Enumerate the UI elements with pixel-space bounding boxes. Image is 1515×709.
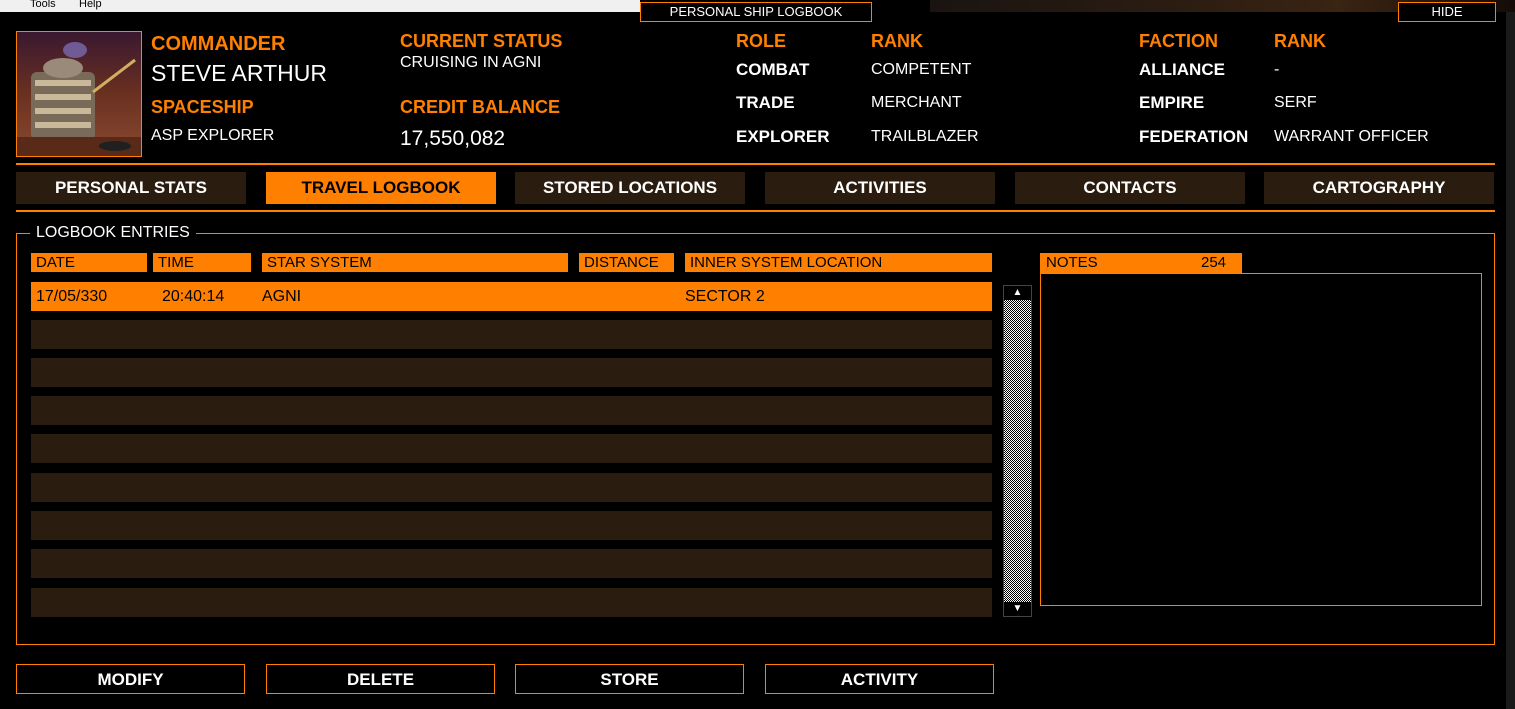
role-rank: COMPETENT <box>871 61 972 78</box>
tab-activities[interactable]: ACTIVITIES <box>765 172 995 204</box>
faction-name: ALLIANCE <box>1139 60 1225 79</box>
table-row-empty[interactable] <box>31 434 992 463</box>
menu-tools[interactable]: Tools <box>30 0 56 10</box>
table-row-empty[interactable] <box>31 320 992 349</box>
tab-personal-stats[interactable]: PERSONAL STATS <box>16 172 246 204</box>
credit-balance-label: CREDIT BALANCE <box>400 97 560 117</box>
station-image <box>17 32 141 156</box>
notes-char-count: 254 <box>1201 254 1227 271</box>
column-header-star-system[interactable]: STAR SYSTEM <box>262 253 568 272</box>
commander-portrait <box>16 31 142 157</box>
menu-bar: Tools Help <box>0 0 640 12</box>
modify-button[interactable]: MODIFY <box>16 664 245 694</box>
faction-rank: WARRANT OFFICER <box>1274 128 1429 145</box>
divider <box>16 210 1495 212</box>
role-rank: MERCHANT <box>871 94 962 111</box>
activity-button[interactable]: ACTIVITY <box>765 664 994 694</box>
scroll-down-icon[interactable]: ▼ <box>1004 602 1031 616</box>
scroll-up-icon[interactable]: ▲ <box>1004 286 1031 300</box>
notes-label: NOTES <box>1046 254 1098 271</box>
cell-inner-location: SECTOR 2 <box>685 288 765 305</box>
table-row-empty[interactable] <box>31 549 992 578</box>
commander-label: COMMANDER <box>151 33 286 55</box>
role-rank-header: RANK <box>871 31 923 51</box>
cell-date: 17/05/330 <box>36 288 108 305</box>
column-header-inner-location[interactable]: INNER SYSTEM LOCATION <box>685 253 992 272</box>
faction-name: FEDERATION <box>1139 127 1249 146</box>
tab-stored-locations[interactable]: STORED LOCATIONS <box>515 172 745 204</box>
faction-header: FACTION <box>1139 31 1218 51</box>
column-header-date[interactable]: DATE <box>31 253 147 272</box>
spaceship-value: ASP EXPLORER <box>151 127 275 144</box>
current-status-label: CURRENT STATUS <box>400 31 563 51</box>
window-frame-edge <box>1506 12 1515 709</box>
current-status-value: CRUISING IN AGNI <box>400 54 542 71</box>
tab-cartography[interactable]: CARTOGRAPHY <box>1264 172 1494 204</box>
window-title: PERSONAL SHIP LOGBOOK <box>640 2 872 22</box>
table-row-empty[interactable] <box>31 358 992 387</box>
cell-star-system: AGNI <box>262 288 302 305</box>
spaceship-label: SPACESHIP <box>151 97 254 117</box>
credit-balance-value: 17,550,082 <box>400 127 506 150</box>
hide-button[interactable]: HIDE <box>1398 2 1496 22</box>
cell-time: 20:40:14 <box>162 288 225 305</box>
table-row-empty[interactable] <box>31 511 992 540</box>
logbook-title: LOGBOOK ENTRIES <box>30 224 196 242</box>
table-row[interactable]: 17/05/330 20:40:14 AGNI SECTOR 2 <box>31 282 992 311</box>
role-name: TRADE <box>736 93 795 112</box>
column-header-time[interactable]: TIME <box>153 253 251 272</box>
column-header-distance[interactable]: DISTANCE <box>579 253 674 272</box>
commander-name: STEVE ARTHUR <box>151 60 327 86</box>
role-name: EXPLORER <box>736 127 830 146</box>
faction-name: EMPIRE <box>1139 93 1205 112</box>
logbook-scrollbar[interactable]: ▲ ▼ <box>1003 285 1032 617</box>
table-row-empty[interactable] <box>31 588 992 617</box>
notes-header: NOTES 254 <box>1040 253 1242 273</box>
delete-button[interactable]: DELETE <box>266 664 495 694</box>
role-name: COMBAT <box>736 60 810 79</box>
faction-rank-header: RANK <box>1274 31 1326 51</box>
tab-contacts[interactable]: CONTACTS <box>1015 172 1245 204</box>
menu-help[interactable]: Help <box>79 0 102 10</box>
table-row-empty[interactable] <box>31 473 992 502</box>
tab-travel-logbook[interactable]: TRAVEL LOGBOOK <box>266 172 496 204</box>
faction-rank: - <box>1274 61 1280 78</box>
role-rank: TRAILBLAZER <box>871 128 979 145</box>
role-header: ROLE <box>736 31 787 51</box>
notes-textarea[interactable] <box>1040 273 1482 606</box>
store-button[interactable]: STORE <box>515 664 744 694</box>
table-row-empty[interactable] <box>31 396 992 425</box>
faction-rank: SERF <box>1274 94 1317 111</box>
divider <box>16 163 1495 165</box>
